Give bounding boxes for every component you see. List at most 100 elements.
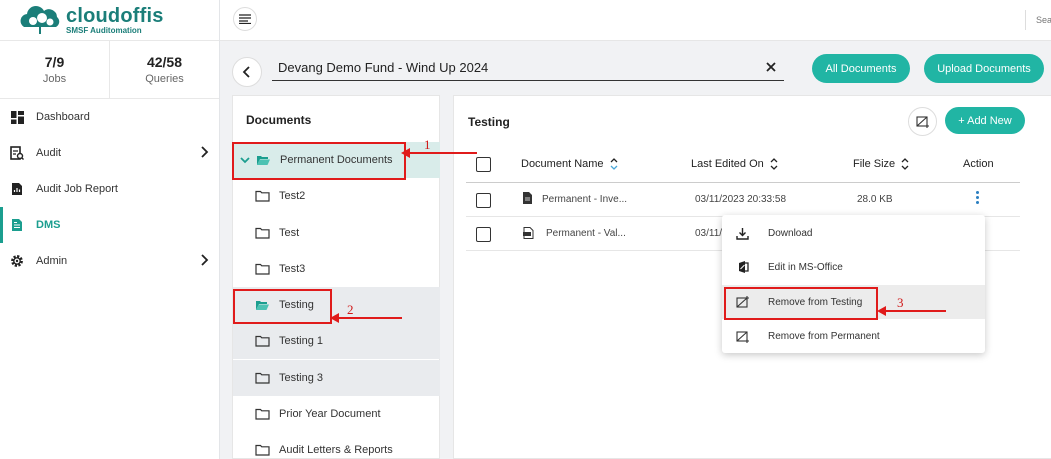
sidebar-nav: Dashboard Audit Audit Job Report DMS Adm… (0, 99, 219, 279)
menu-item-download[interactable]: Download (722, 216, 985, 250)
jobs-stat[interactable]: 7/9 Jobs (0, 41, 109, 98)
top-bar: Sea (220, 0, 1051, 41)
folder-icon (255, 408, 270, 420)
documents-title: Documents (246, 113, 312, 127)
upload-documents-button[interactable]: Upload Documents (924, 54, 1044, 83)
column-file-size[interactable]: File Size (853, 158, 909, 170)
sidebar-item-label: Audit Job Report (36, 183, 118, 195)
sidebar-item-dms[interactable]: DMS (0, 207, 219, 243)
chevron-right-icon (199, 253, 209, 270)
file-name: Permanent - Inve... (542, 194, 628, 205)
sidebar-item-label: DMS (36, 219, 61, 231)
sort-icon (901, 158, 909, 170)
sidebar-item-admin[interactable]: Admin (0, 243, 219, 279)
folder-prior-year-document[interactable]: Prior Year Document (233, 396, 440, 432)
annotation-arrow-2 (330, 313, 402, 323)
sidebar-item-audit[interactable]: Audit (0, 135, 219, 171)
sidebar-item-label: Admin (36, 255, 68, 267)
brand-name: cloudoffis (66, 4, 164, 27)
jobs-label: Jobs (42, 73, 67, 85)
folder-test2[interactable]: Test2 (233, 178, 440, 214)
sort-icon (610, 158, 618, 170)
row-checkbox[interactable] (476, 227, 491, 242)
fund-title-field[interactable]: Devang Demo Fund - Wind Up 2024 (272, 57, 784, 81)
menu-item-label: Edit in MS-Office (768, 261, 843, 273)
table-header: Document Name Last Edited On File Size A… (466, 146, 1020, 183)
brand-logo[interactable]: cloudoffis SMSF Auditomation (0, 0, 219, 41)
file-icon (523, 227, 534, 242)
back-button[interactable] (232, 57, 262, 87)
file-edited: 03/11/2023 20:33:58 (695, 194, 787, 205)
column-action: Action (963, 158, 994, 170)
folder-test[interactable]: Test (233, 215, 440, 251)
file-name: Permanent - Val... (546, 228, 626, 239)
folder-testing-1[interactable]: Testing 1 (233, 323, 440, 359)
sidebar-item-label: Audit (36, 147, 62, 159)
top-search-input[interactable]: Sea (1025, 10, 1051, 30)
annotation-number-2: 2 (347, 302, 354, 317)
table-row[interactable]: Permanent - Inve... 03/11/2023 20:33:58 … (466, 183, 1020, 217)
audit-icon (10, 146, 24, 160)
cloud-logo-icon (18, 5, 62, 35)
menu-item-label: Download (768, 227, 813, 239)
remove-folder-icon (735, 329, 750, 344)
download-icon (735, 226, 750, 241)
folder-label: Testing 3 (279, 372, 324, 384)
folder-test3[interactable]: Test3 (233, 251, 440, 287)
sort-icon (770, 158, 778, 170)
gear-icon (10, 254, 24, 268)
document-icon (10, 218, 24, 232)
remove-folder-icon (915, 116, 929, 128)
file-size: 28.0 KB (857, 194, 893, 205)
close-icon[interactable] (764, 60, 778, 74)
column-document-name[interactable]: Document Name (521, 158, 618, 170)
dashboard-icon (10, 110, 24, 124)
queries-label: Queries (145, 73, 184, 85)
context-menu: Download Edit in MS-Office Remove from T… (722, 215, 985, 353)
annotation-arrow-1 (401, 148, 477, 158)
chevron-left-icon (242, 66, 250, 78)
stats-bar: 7/9 Jobs 42/58 Queries (0, 41, 219, 99)
bulk-remove-button[interactable] (908, 107, 937, 136)
annotation-box-2 (233, 289, 332, 324)
all-documents-button[interactable]: All Documents (812, 54, 910, 83)
folder-icon (255, 263, 270, 275)
menu-item-edit-in-ms-office[interactable]: Edit in MS-Office (722, 250, 985, 284)
hamburger-icon (239, 14, 251, 24)
sidebar-item-label: Dashboard (36, 111, 90, 123)
folder-title: Testing (468, 115, 510, 129)
menu-item-label: Remove from Permanent (768, 330, 880, 342)
folder-audit-letters-reports[interactable]: Audit Letters & Reports (233, 432, 440, 459)
sidebar: cloudoffis SMSF Auditomation 7/9 Jobs 42… (0, 0, 220, 459)
chevron-right-icon (199, 145, 209, 162)
folder-testing-3[interactable]: Testing 3 (233, 360, 440, 396)
annotation-number-3: 3 (897, 295, 904, 310)
report-icon (10, 182, 24, 196)
folder-icon (255, 227, 270, 239)
folder-icon (255, 335, 270, 347)
folder-icon (255, 372, 270, 384)
folder-icon (255, 444, 270, 456)
menu-item-remove-from-permanent[interactable]: Remove from Permanent (722, 319, 985, 353)
jobs-count: 7/9 (44, 54, 65, 70)
column-last-edited-on[interactable]: Last Edited On (691, 158, 778, 170)
annotation-box-1 (232, 142, 406, 180)
more-actions-icon[interactable] (975, 191, 980, 204)
annotation-arrow-3 (877, 306, 946, 316)
folder-label: Test (279, 227, 300, 239)
sidebar-item-dashboard[interactable]: Dashboard (0, 99, 219, 135)
sidebar-item-audit-job-report[interactable]: Audit Job Report (0, 171, 219, 207)
folder-label: Testing 1 (279, 335, 324, 347)
folder-icon (255, 190, 270, 202)
office-icon (735, 260, 750, 275)
annotation-number-1: 1 (424, 137, 431, 152)
row-checkbox[interactable] (476, 193, 491, 208)
folder-label: Audit Letters & Reports (279, 444, 393, 456)
annotation-box-3 (724, 287, 878, 320)
add-new-button[interactable]: + Add New (945, 107, 1025, 134)
folder-label: Test3 (279, 263, 306, 275)
menu-toggle-button[interactable] (233, 7, 257, 31)
file-icon (523, 192, 532, 207)
queries-count: 42/58 (146, 54, 183, 70)
queries-stat[interactable]: 42/58 Queries (109, 41, 219, 98)
